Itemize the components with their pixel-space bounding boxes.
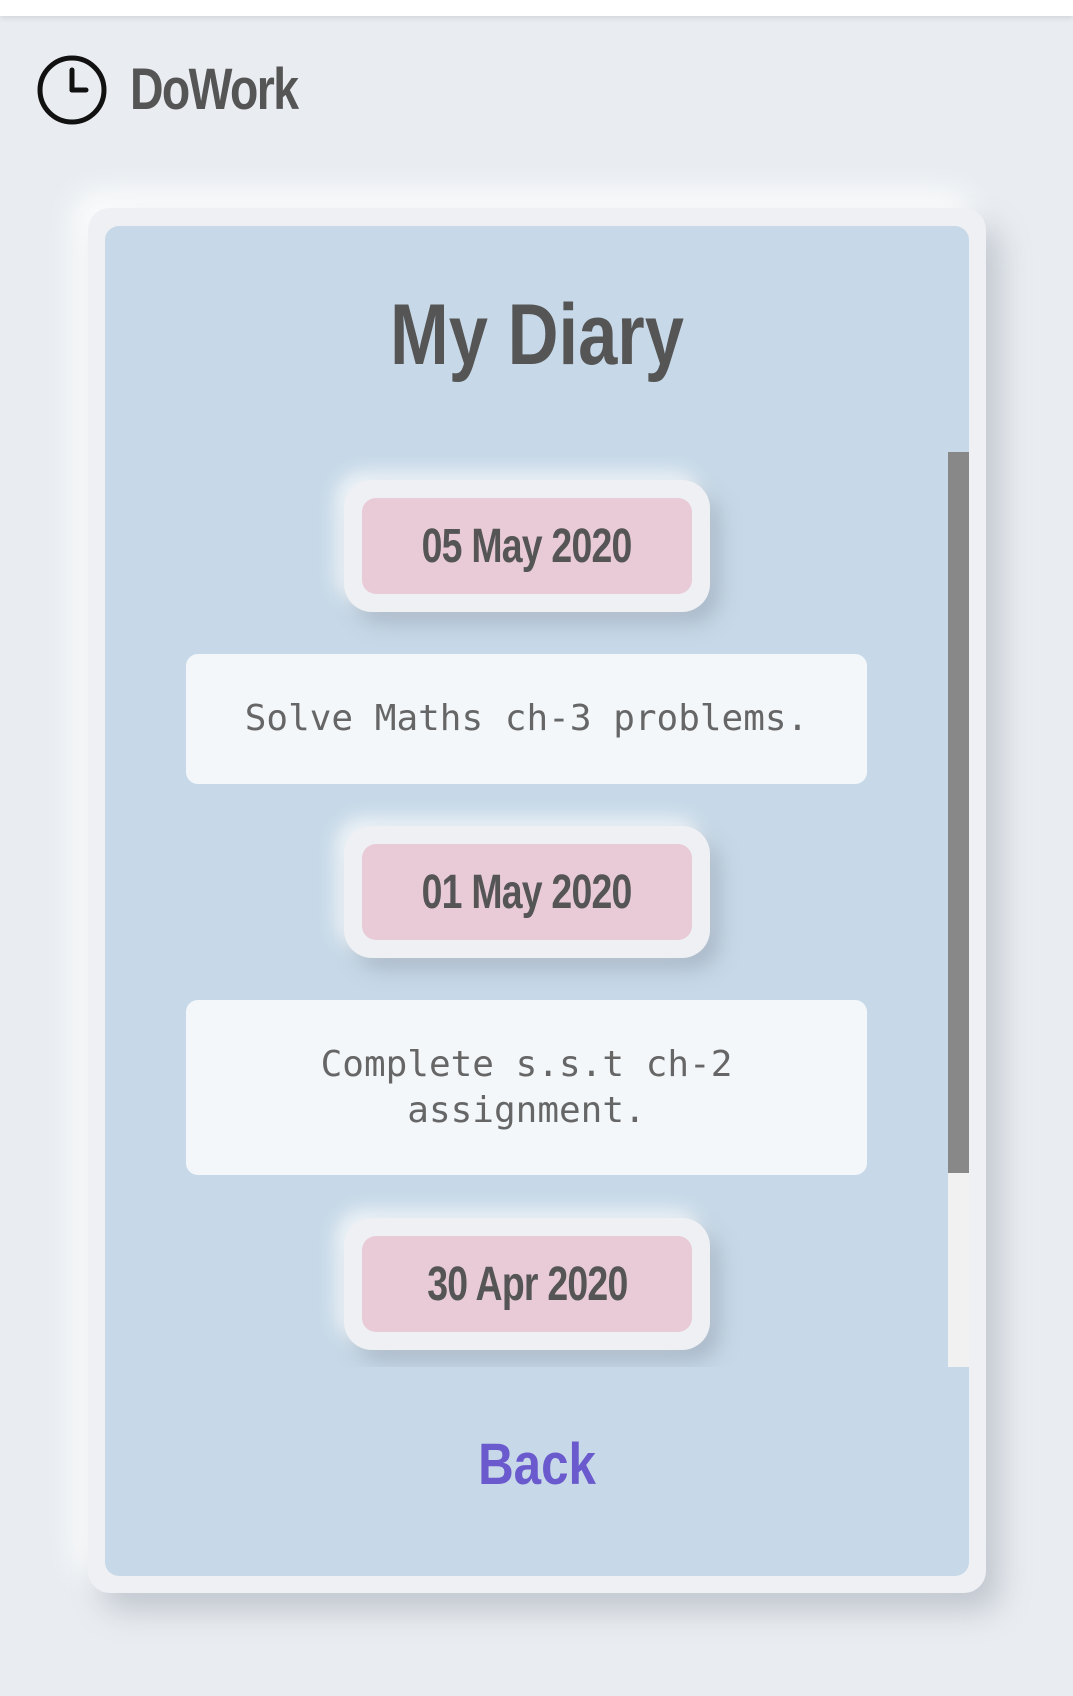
entry-note-text: Complete s.s.t ch-2 assignment. (320, 1043, 733, 1131)
entry-date-badge: 30 Apr 2020 (344, 1218, 710, 1350)
entry-date: 05 May 2020 (422, 519, 633, 573)
diary-entries-list[interactable]: 05 May 2020 Solve Maths ch-3 problems. 0… (105, 452, 969, 1367)
app-header: DoWork (36, 54, 339, 126)
entry-note-text: Solve Maths ch-3 problems. (244, 698, 809, 739)
entry-date: 30 Apr 2020 (426, 1257, 628, 1311)
clock-icon (37, 55, 107, 125)
entry-note: Solve Maths ch-3 problems. (186, 654, 867, 784)
scrollbar-thumb[interactable] (948, 452, 969, 1173)
entry-date-badge: 05 May 2020 (344, 480, 710, 612)
entry-note: Complete s.s.t ch-2 assignment. (186, 1000, 867, 1175)
status-bar (0, 0, 1073, 16)
entry-date: 01 May 2020 (422, 865, 633, 919)
back-button[interactable]: Back (170, 1430, 904, 1500)
app-name: DoWork (130, 57, 299, 122)
page-title: My Diary (390, 287, 684, 383)
scrollbar[interactable] (948, 452, 969, 1367)
entry-date-badge: 01 May 2020 (344, 826, 710, 958)
